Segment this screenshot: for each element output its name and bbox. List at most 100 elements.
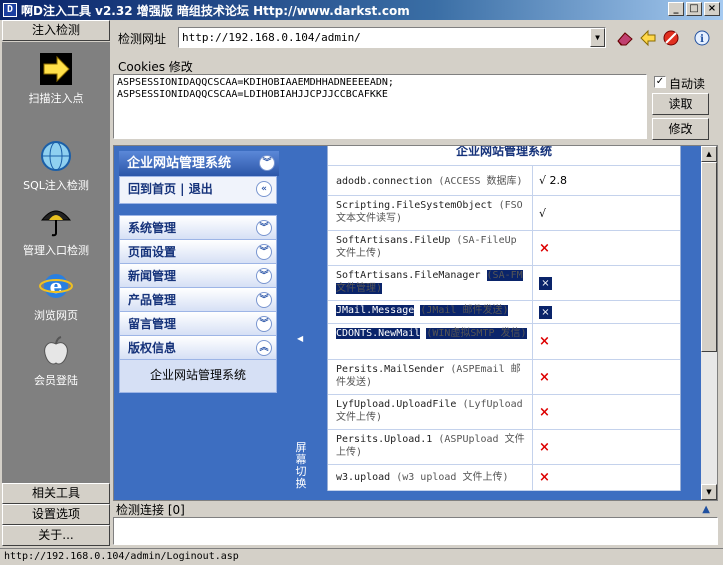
auto-read-checkbox[interactable]: ✓ xyxy=(654,76,666,88)
site-left-menu: 企业网站管理系统 ︾ 回到首页 | 退出 « 系统管理 ︾ 页面设置 ︾ 新闻管理 ︾… xyxy=(114,146,295,500)
home-links-box: 回到首页 | 退出 « xyxy=(119,176,277,204)
app-icon: D xyxy=(3,3,17,17)
table-row: adodb.connection (ACCESS 数据库) √ 2.8 xyxy=(328,166,680,196)
sidebar-item-label: 浏览网页 xyxy=(34,309,78,322)
vertical-scrollbar[interactable]: ▲ ▼ xyxy=(701,146,717,500)
x-box-icon: × xyxy=(539,276,552,290)
x-mark-icon: × xyxy=(539,240,550,256)
table-row: JMail.Message (JMail 邮件发送) × xyxy=(328,301,680,324)
triangle-left-icon: ◀ xyxy=(297,334,304,343)
table-row: Scripting.FileSystemObject (FSO 文本文件读写) … xyxy=(328,196,680,231)
sidebar-item-member-login[interactable]: 会员登陆 xyxy=(2,334,110,388)
content-title: 企业网站管理系统 xyxy=(328,146,680,166)
table-row: w3.upload (w3 upload 文件上传) × xyxy=(328,465,680,491)
title-bar: D 啊D注入工具 v2.32 增强版 暗组技术论坛 Http://www.dar… xyxy=(0,0,723,20)
sidebar-item-label: 扫描注入点 xyxy=(28,92,84,105)
collapse-icon[interactable]: ︾ xyxy=(259,155,275,171)
menu-page-settings[interactable]: 页面设置 ︾ xyxy=(120,240,276,264)
menu-products[interactable]: 产品管理 ︾ xyxy=(120,288,276,312)
web-view[interactable]: 企业网站管理系统 ︾ 回到首页 | 退出 « 系统管理 ︾ 页面设置 ︾ 新闻管理 ︾… xyxy=(113,145,718,501)
scroll-thumb[interactable] xyxy=(701,162,717,352)
sidebar-panel: 扫描注入点 SQL注入检测 管理入口检测 e 浏览网页 会员登陆 xyxy=(2,42,110,483)
chevron-down-icon: ︾ xyxy=(256,244,272,260)
menu-copyright[interactable]: 版权信息 ︽ xyxy=(120,336,276,360)
status-bar: http://192.168.0.104/admin/Loginout.asp xyxy=(0,548,723,565)
site-menu-list: 系统管理 ︾ 页面设置 ︾ 新闻管理 ︾ 产品管理 ︾ 留言管理 ︾ 版权信息 ︽ 企业网站… xyxy=(119,215,277,393)
info-icon[interactable]: i xyxy=(692,28,712,48)
arrow-right-icon xyxy=(39,52,73,86)
x-mark-icon: × xyxy=(539,334,550,349)
component-table: 企业网站管理系统 adodb.connection (ACCESS 数据库) √… xyxy=(327,146,681,491)
table-row: Persits.MailSender (ASPEmail 邮件发送) × xyxy=(328,360,680,395)
sidebar-item-browse[interactable]: e 浏览网页 xyxy=(2,269,110,323)
auto-read-label: 自动读 xyxy=(669,77,706,91)
url-input[interactable]: http://192.168.0.104/admin/ ▼ xyxy=(178,27,606,48)
log-header: 检测连接 [0] ▲ xyxy=(113,502,718,518)
chevron-down-icon: ︾ xyxy=(256,220,272,236)
globe-icon xyxy=(39,139,73,173)
maximize-button[interactable]: □ xyxy=(686,2,702,16)
sidebar-item-label: SQL注入检测 xyxy=(23,179,89,192)
url-value: http://192.168.0.104/admin/ xyxy=(182,31,361,44)
table-row: CDONTS.NewMail (WIN虚拟SMTP 发信) × xyxy=(328,324,680,360)
sidebar: 注入检测 扫描注入点 SQL注入检测 管理入口检测 e 浏览网页 会员登陆 相关… xyxy=(2,20,110,548)
sidebar-item-sql-check[interactable]: SQL注入检测 xyxy=(2,139,110,193)
collapse-up-icon[interactable]: ▲ xyxy=(702,502,710,518)
umbrella-icon xyxy=(39,204,73,238)
window-title: 啊D注入工具 v2.32 增强版 暗组技术论坛 Http://www.darks… xyxy=(21,3,410,18)
table-row: SoftArtisans.FileManager (SA-FM 文件管理) × xyxy=(328,266,680,301)
sidebar-related-tools[interactable]: 相关工具 xyxy=(2,483,110,504)
x-box-icon: × xyxy=(539,305,552,319)
chevron-down-icon: ︾ xyxy=(256,292,272,308)
table-row: LyfUpload.UploadFile (LyfUpload 文件上传) × xyxy=(328,395,680,430)
screen-switch-label: 屏幕切换 xyxy=(295,441,307,490)
close-button[interactable]: × xyxy=(704,2,720,16)
chevron-left-icon[interactable]: « xyxy=(256,181,272,197)
sidebar-item-scan-injection[interactable]: 扫描注入点 xyxy=(2,52,110,106)
home-links[interactable]: 回到首页 | 退出 « xyxy=(120,177,276,201)
url-dropdown-button[interactable]: ▼ xyxy=(590,28,605,47)
back-arrow-icon[interactable] xyxy=(638,28,658,48)
chevron-down-icon: ︾ xyxy=(256,316,272,332)
x-mark-icon: × xyxy=(539,470,550,485)
sidebar-about[interactable]: 关于... xyxy=(2,525,110,546)
sidebar-header-injection-check[interactable]: 注入检测 xyxy=(2,20,110,41)
sidebar-item-label: 会员登陆 xyxy=(34,374,78,387)
x-mark-icon: × xyxy=(539,404,550,420)
screen-switch[interactable]: ◀ 屏幕切换 xyxy=(295,146,307,500)
chevron-up-icon: ︽ xyxy=(256,340,272,356)
cookie-line: ASPSESSIONIDAQQCSCAA=LDIHOBIAHJJCPJJCCBC… xyxy=(117,89,388,100)
menu-messages[interactable]: 留言管理 ︾ xyxy=(120,312,276,336)
site-content: 企业网站管理系统 adodb.connection (ACCESS 数据库) √… xyxy=(307,146,703,500)
log-label: 检测连接 [0] xyxy=(116,503,185,517)
sidebar-item-admin-entry[interactable]: 管理入口检测 xyxy=(2,204,110,258)
site-menu-title: 企业网站管理系统 ︾ xyxy=(119,151,279,176)
modify-button[interactable]: 修改 xyxy=(652,118,709,140)
sidebar-item-label: 管理入口检测 xyxy=(23,244,89,257)
x-mark-icon: × xyxy=(539,439,550,455)
url-label: 检测网址 xyxy=(118,32,167,46)
scroll-up-button[interactable]: ▲ xyxy=(701,146,717,162)
ie-icon: e xyxy=(39,269,73,303)
svg-text:i: i xyxy=(700,34,704,45)
window-controls: _ □ × xyxy=(668,2,720,16)
cookies-textarea[interactable]: ASPSESSIONIDAQQCSCAA=KDIHOBIAAEMDHHADNEE… xyxy=(113,74,647,139)
x-mark-icon: × xyxy=(539,369,550,385)
copyright-subitem[interactable]: 企业网站管理系统 xyxy=(120,360,276,392)
eraser-icon[interactable] xyxy=(615,28,635,48)
table-row: SoftArtisans.FileUp (SA-FileUp 文件上传) × xyxy=(328,231,680,266)
apple-icon xyxy=(39,334,73,368)
cookie-line: ASPSESSIONIDAQQCSCAA=KDIHOBIAAEMDHHADNEE… xyxy=(117,77,394,88)
menu-news[interactable]: 新闻管理 ︾ xyxy=(120,264,276,288)
menu-system[interactable]: 系统管理 ︾ xyxy=(120,216,276,240)
sidebar-settings[interactable]: 设置选项 xyxy=(2,504,110,525)
minimize-button[interactable]: _ xyxy=(668,2,684,16)
scroll-down-button[interactable]: ▼ xyxy=(701,484,717,500)
status-text: http://192.168.0.104/admin/Loginout.asp xyxy=(4,551,239,562)
log-output[interactable] xyxy=(113,517,718,545)
chevron-down-icon: ︾ xyxy=(256,268,272,284)
svg-text:e: e xyxy=(50,274,63,298)
table-row: Persits.Upload.1 (ASPUpload 文件上传) × xyxy=(328,430,680,465)
read-button[interactable]: 读取 xyxy=(652,93,709,115)
stop-icon[interactable] xyxy=(661,28,681,48)
